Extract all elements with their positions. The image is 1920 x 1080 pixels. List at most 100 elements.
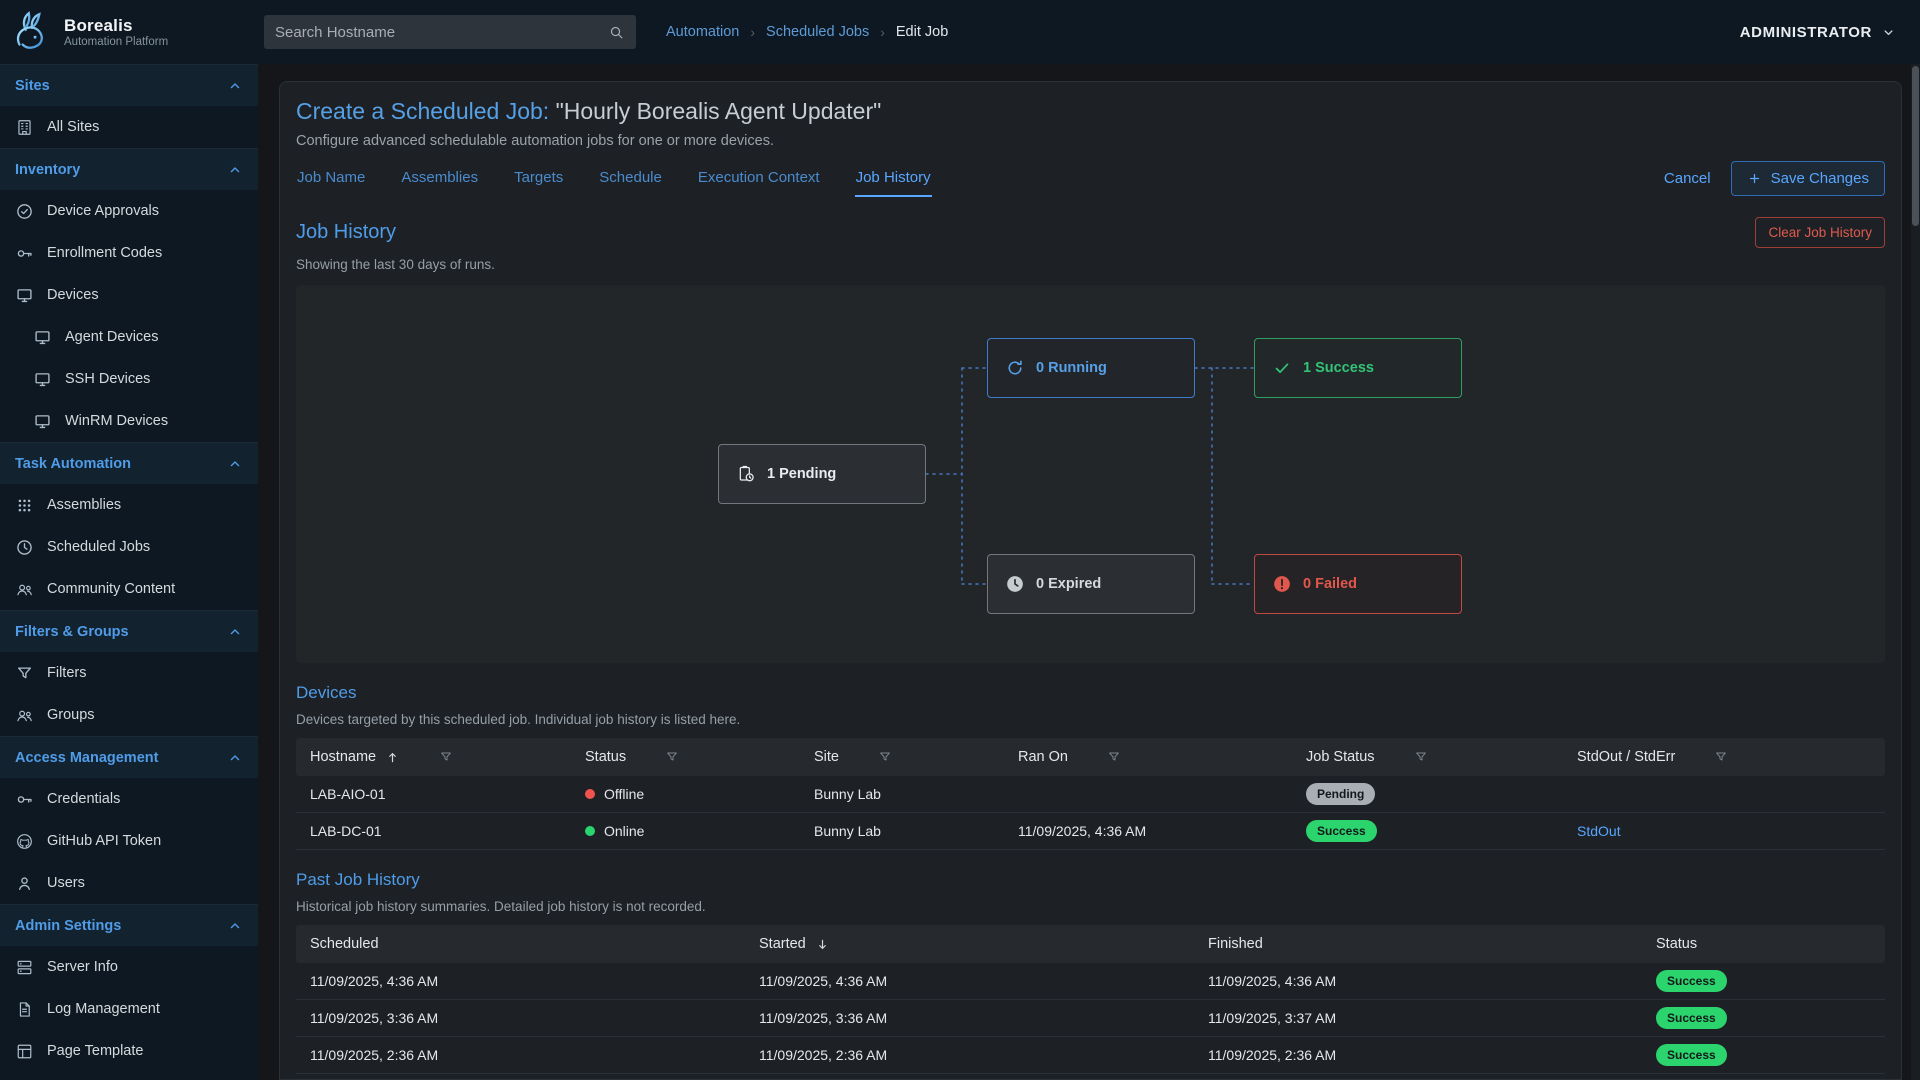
sidebar-item-credentials[interactable]: Credentials — [0, 778, 258, 820]
sidebar-item-winrm-devices[interactable]: WinRM Devices — [0, 400, 258, 442]
sync-icon — [1005, 358, 1025, 378]
clock-filled-icon — [1005, 574, 1025, 594]
status-label: Offline — [604, 786, 644, 802]
running-status-card[interactable]: 0 Running — [987, 338, 1195, 398]
search-input[interactable] — [275, 24, 600, 41]
save-label: Save Changes — [1771, 170, 1869, 187]
sidebar-item-all-sites[interactable]: All Sites — [0, 106, 258, 148]
clipboard-clock-icon — [736, 464, 756, 484]
column-header-ran-on[interactable]: Ran On — [1004, 749, 1292, 765]
column-label: StdOut / StdErr — [1577, 749, 1675, 765]
nav-section-label: Access Management — [15, 750, 158, 766]
devices-table-body: LAB-AIO-01OfflineBunny LabPendingLAB-DC-… — [296, 776, 1885, 850]
started-cell: 11/09/2025, 2:36 AM — [745, 1047, 1194, 1063]
scrollbar[interactable] — [1911, 64, 1920, 1080]
tab-execution-context[interactable]: Execution Context — [697, 167, 821, 197]
nav-section-sites[interactable]: Sites — [0, 64, 258, 106]
tab-job-name[interactable]: Job Name — [296, 167, 366, 197]
column-label: Site — [814, 749, 839, 765]
nav-section-filters-groups[interactable]: Filters & Groups — [0, 610, 258, 652]
save-changes-button[interactable]: Save Changes — [1731, 161, 1885, 196]
sidebar-item-label: Assemblies — [47, 497, 121, 513]
device-row: LAB-AIO-01OfflineBunny LabPending — [296, 776, 1885, 813]
expired-status-card[interactable]: 0 Expired — [987, 554, 1195, 614]
user-menu[interactable]: ADMINISTRATOR — [1740, 24, 1896, 41]
sidebar-item-scheduled-jobs[interactable]: Scheduled Jobs — [0, 526, 258, 568]
column-header-scheduled[interactable]: Scheduled — [296, 936, 745, 952]
history-status-badge: Success — [1656, 1007, 1727, 1029]
nav-section-access-management[interactable]: Access Management — [0, 736, 258, 778]
key-icon — [15, 244, 34, 263]
scheduled-cell: 11/09/2025, 3:36 AM — [296, 1010, 745, 1026]
column-header-job-status[interactable]: Job Status — [1292, 749, 1563, 765]
column-label: Ran On — [1018, 749, 1068, 765]
history-row: 11/09/2025, 4:36 AM11/09/2025, 4:36 AM11… — [296, 963, 1885, 1000]
column-header-finished[interactable]: Finished — [1194, 936, 1642, 952]
tab-assemblies[interactable]: Assemblies — [400, 167, 479, 197]
sidebar-item-page-template[interactable]: Page Template — [0, 1030, 258, 1072]
sidebar-item-users[interactable]: Users — [0, 862, 258, 904]
funnel-icon[interactable] — [439, 750, 453, 764]
clear-job-history-button[interactable]: Clear Job History — [1755, 217, 1885, 248]
history-table-head: ScheduledStartedFinishedStatus — [296, 925, 1885, 963]
sidebar-item-community-content[interactable]: Community Content — [0, 568, 258, 610]
sidebar-item-devices[interactable]: Devices — [0, 274, 258, 316]
failed-status-card[interactable]: 0 Failed — [1254, 554, 1462, 614]
column-header-started[interactable]: Started — [745, 936, 1194, 952]
column-header-status[interactable]: Status — [571, 749, 800, 765]
breadcrumb-item-automation[interactable]: Automation — [666, 24, 739, 40]
finished-cell: 11/09/2025, 2:36 AM — [1194, 1047, 1642, 1063]
job-history-description: Showing the last 30 days of runs. — [296, 257, 1885, 272]
tab-schedule[interactable]: Schedule — [598, 167, 663, 197]
devices-heading: Devices — [296, 683, 1885, 703]
sidebar-item-device-approvals[interactable]: Device Approvals — [0, 190, 258, 232]
nav-section-label: Inventory — [15, 162, 80, 178]
stdout-link[interactable]: StdOut — [1577, 823, 1621, 839]
brand-text: Borealis Automation Platform — [64, 16, 168, 49]
sidebar-item-groups[interactable]: Groups — [0, 694, 258, 736]
sidebar-item-assemblies[interactable]: Assemblies — [0, 484, 258, 526]
pending-count-label: 1 Pending — [767, 466, 836, 482]
job-status-cell: Success — [1292, 820, 1563, 842]
column-header-stdout-stderr[interactable]: StdOut / StdErr — [1563, 749, 1885, 765]
error-icon — [1272, 574, 1292, 594]
column-header-status[interactable]: Status — [1642, 936, 1885, 952]
job-history-header: Job History Clear Job History — [296, 217, 1885, 248]
finished-label: 11/09/2025, 4:36 AM — [1208, 973, 1336, 989]
column-header-site[interactable]: Site — [800, 749, 1004, 765]
sidebar-item-enrollment-codes[interactable]: Enrollment Codes — [0, 232, 258, 274]
tab-targets[interactable]: Targets — [513, 167, 564, 197]
funnel-icon[interactable] — [1107, 750, 1121, 764]
nav-section-task-automation[interactable]: Task Automation — [0, 442, 258, 484]
started-cell: 11/09/2025, 4:36 AM — [745, 973, 1194, 989]
breadcrumb-item-scheduled-jobs[interactable]: Scheduled Jobs — [766, 24, 869, 40]
column-header-hostname[interactable]: Hostname — [296, 749, 571, 765]
scheduled-label: 11/09/2025, 3:36 AM — [310, 1010, 438, 1026]
sidebar-item-agent-devices[interactable]: Agent Devices — [0, 316, 258, 358]
globe-check-icon — [15, 202, 34, 221]
success-status-card[interactable]: 1 Success — [1254, 338, 1462, 398]
stdout-cell: StdOut — [1563, 823, 1885, 839]
sidebar-item-ssh-devices[interactable]: SSH Devices — [0, 358, 258, 400]
hostname-search[interactable] — [264, 15, 636, 49]
sidebar-item-label: Filters — [47, 665, 86, 681]
funnel-icon[interactable] — [878, 750, 892, 764]
nav-section-inventory[interactable]: Inventory — [0, 148, 258, 190]
sidebar-item-label: Community Content — [47, 581, 175, 597]
cancel-button[interactable]: Cancel — [1664, 170, 1711, 187]
funnel-icon[interactable] — [665, 750, 679, 764]
borealis-logo — [9, 9, 55, 55]
scrollbar-thumb[interactable] — [1912, 66, 1919, 226]
sidebar-item-filters[interactable]: Filters — [0, 652, 258, 694]
column-label: Hostname — [310, 749, 376, 765]
pending-status-card[interactable]: 1 Pending — [718, 444, 926, 504]
nav-section-admin-settings[interactable]: Admin Settings — [0, 904, 258, 946]
offline-status-dot — [585, 789, 595, 799]
sidebar-item-label: Scheduled Jobs — [47, 539, 150, 555]
sidebar-item-github-api-token[interactable]: GitHub API Token — [0, 820, 258, 862]
sidebar-item-log-management[interactable]: Log Management — [0, 988, 258, 1030]
funnel-icon[interactable] — [1714, 750, 1728, 764]
sidebar-item-server-info[interactable]: Server Info — [0, 946, 258, 988]
funnel-icon[interactable] — [1414, 750, 1428, 764]
tab-job-history[interactable]: Job History — [855, 167, 932, 197]
